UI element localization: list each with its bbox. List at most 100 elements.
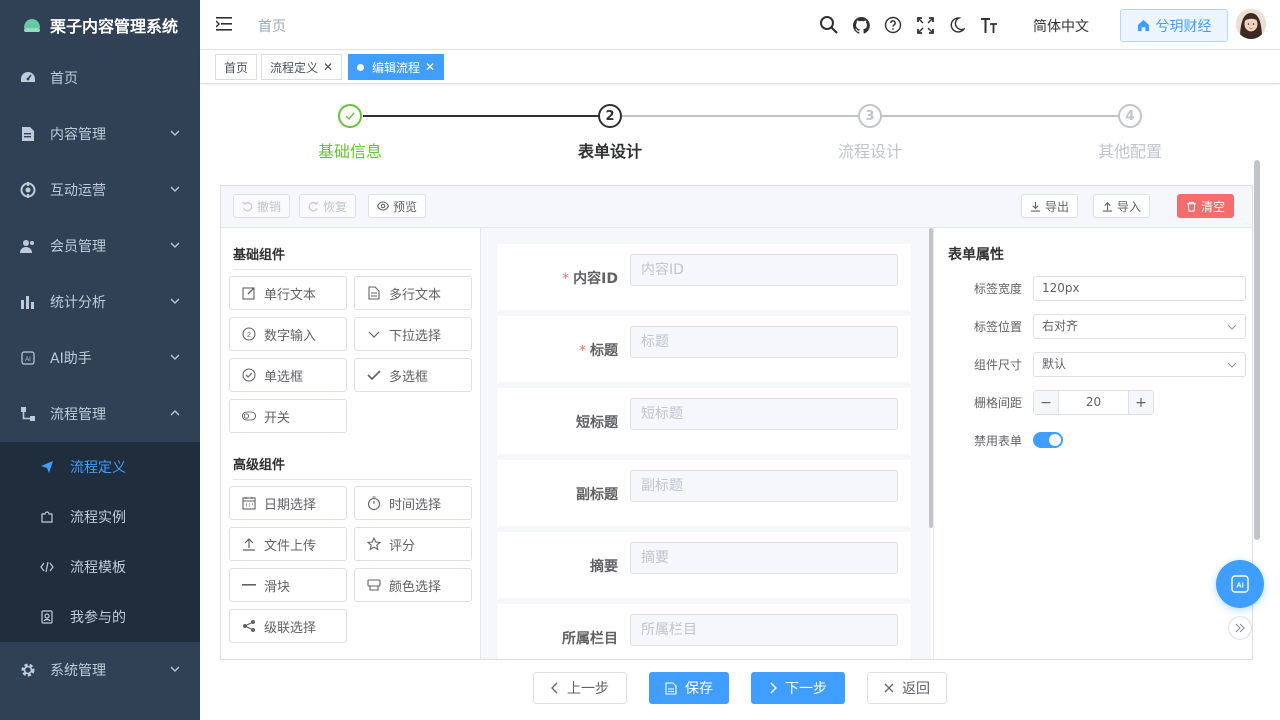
collapse-panel-button[interactable]	[1228, 616, 1252, 640]
sidebar-item-label: 内容管理	[50, 127, 106, 143]
palette-item-label: 开关	[264, 410, 291, 426]
step-process-design[interactable]: 3 流程设计	[740, 104, 1000, 162]
dashboard-icon	[20, 70, 36, 86]
eye-icon	[377, 201, 389, 211]
palette-item-label: 多选框	[389, 369, 429, 385]
sidebar-item-workflow-template[interactable]: 流程模板	[0, 542, 200, 592]
label-position-select[interactable]: 右对齐	[1033, 314, 1246, 339]
palette-item-checkbox[interactable]: 多选框	[354, 358, 472, 392]
sidebar-item-my-participation[interactable]: 我参与的	[0, 592, 200, 642]
palette-item-color[interactable]: 颜色选择	[354, 568, 472, 602]
palette-item-text-input[interactable]: 单行文本	[229, 276, 347, 310]
page-scrollbar[interactable]	[1254, 160, 1260, 540]
sidebar-item-workflow[interactable]: 流程管理	[0, 386, 200, 442]
breadcrumb[interactable]: 首页	[258, 16, 286, 36]
prev-step-button[interactable]: 上一步	[533, 672, 627, 704]
fullscreen-icon[interactable]	[909, 15, 941, 35]
sidebar-item-ai[interactable]: AI AI助手	[0, 330, 200, 386]
gutter-value[interactable]: 20	[1058, 391, 1129, 414]
palette-item-rate[interactable]: 评分	[354, 527, 472, 561]
next-step-button[interactable]: 下一步	[751, 672, 845, 704]
tags-view: 首页 流程定义 ✕ 编辑流程 ✕	[200, 50, 1280, 84]
avatar[interactable]	[1236, 9, 1266, 39]
palette-item-time[interactable]: 时间选择	[354, 486, 472, 520]
save-button[interactable]: 保存	[649, 672, 729, 704]
form-field-category[interactable]: 所属栏目 所属栏目	[497, 604, 911, 659]
menu-fold-icon[interactable]	[216, 16, 234, 32]
preview-button[interactable]: 预览	[368, 194, 427, 218]
help-icon[interactable]	[877, 15, 909, 35]
palette-item-radio[interactable]: 单选框	[229, 358, 347, 392]
sidebar-item-home[interactable]: 首页	[0, 50, 200, 106]
component-size-select[interactable]: 默认	[1033, 352, 1246, 377]
palette-item-cascader[interactable]: 级联选择	[229, 609, 347, 643]
step-basic-info[interactable]: 基础信息	[220, 104, 480, 162]
palette-item-select[interactable]: 下拉选择	[354, 317, 472, 351]
dark-mode-icon[interactable]	[941, 15, 973, 35]
form-field-summary[interactable]: 摘要 摘要	[497, 532, 911, 598]
tag-workflow-definition[interactable]: 流程定义 ✕	[261, 54, 343, 80]
sidebar-item-content[interactable]: 内容管理	[0, 106, 200, 162]
step-form-design[interactable]: 2 表单设计	[480, 104, 740, 162]
document-icon	[20, 126, 36, 142]
puzzle-icon	[40, 510, 54, 524]
minus-icon[interactable]: −	[1034, 391, 1058, 414]
star-icon	[367, 537, 381, 551]
org-switch-button[interactable]: 兮玥财经	[1120, 9, 1228, 42]
gear-icon	[20, 662, 36, 678]
sidebar-item-label: 统计分析	[50, 295, 106, 311]
field-input[interactable]: 短标题	[630, 398, 898, 430]
field-input[interactable]: 所属栏目	[630, 614, 898, 646]
ai-assistant-button[interactable]: AI	[1216, 560, 1264, 608]
field-input[interactable]: 摘要	[630, 542, 898, 574]
sidebar-item-members[interactable]: 会员管理	[0, 218, 200, 274]
tag-edit-workflow[interactable]: 编辑流程 ✕	[348, 54, 445, 80]
search-icon[interactable]	[813, 15, 845, 35]
field-input[interactable]: 副标题	[630, 470, 898, 502]
sidebar-item-stats[interactable]: 统计分析	[0, 274, 200, 330]
sidebar-item-system[interactable]: 系统管理	[0, 642, 200, 698]
undo-button[interactable]: 撤销	[233, 194, 291, 218]
back-button[interactable]: 返回	[867, 672, 947, 704]
palette-item-switch[interactable]: 开关	[229, 399, 347, 433]
github-icon[interactable]	[845, 15, 877, 35]
step-title: 其他配置	[1097, 142, 1162, 161]
palette-item-number[interactable]: 2 数字输入	[229, 317, 347, 351]
form-field-title[interactable]: * 标题 标题	[497, 316, 911, 382]
palette-item-label: 下拉选择	[389, 328, 442, 344]
form-field-content-id[interactable]: * 内容ID 内容ID	[497, 244, 911, 310]
font-size-icon[interactable]	[973, 15, 1005, 35]
close-icon[interactable]: ✕	[323, 60, 333, 74]
toggle-knob	[1049, 434, 1061, 446]
disabled-toggle[interactable]	[1033, 432, 1063, 448]
sidebar-item-workflow-instance[interactable]: 流程实例	[0, 492, 200, 542]
palette-item-date[interactable]: 日期选择	[229, 486, 347, 520]
field-input[interactable]: 内容ID	[630, 254, 898, 286]
edit-icon	[242, 286, 256, 300]
palette-item-textarea[interactable]: 多行文本	[354, 276, 472, 310]
sidebar-item-workflow-definition[interactable]: 流程定义	[0, 442, 200, 492]
ai-icon: AI	[1231, 575, 1249, 593]
form-field-short-title[interactable]: 短标题 短标题	[497, 388, 911, 454]
prop-label-position: 标签位置 右对齐	[934, 314, 1252, 340]
tag-home[interactable]: 首页	[215, 54, 258, 80]
clear-button[interactable]: 清空	[1177, 194, 1235, 218]
redo-button[interactable]: 恢复	[299, 194, 357, 218]
palette-item-slider[interactable]: 滑块	[229, 568, 347, 602]
label-width-input[interactable]: 120px	[1033, 276, 1246, 301]
field-input[interactable]: 标题	[630, 326, 898, 358]
app-logo[interactable]: 栗子内容管理系统	[0, 0, 200, 50]
export-button[interactable]: 导出	[1021, 194, 1079, 218]
field-label: 短标题	[576, 415, 618, 431]
plus-icon[interactable]: +	[1129, 391, 1153, 414]
language-switcher[interactable]: 简体中文	[1033, 16, 1089, 36]
close-icon[interactable]: ✕	[425, 60, 435, 74]
home-icon	[1137, 19, 1149, 32]
form-field-subtitle[interactable]: 副标题 副标题	[497, 460, 911, 526]
import-button[interactable]: 导入	[1093, 194, 1151, 218]
user-card-icon	[40, 610, 54, 624]
step-other-config[interactable]: 4 其他配置	[1000, 104, 1260, 162]
form-properties-panel: 表单属性 标签宽度 120px 标签位置 右对齐 组件尺寸 默认 栅格间距 − …	[933, 228, 1252, 659]
palette-item-upload[interactable]: 文件上传	[229, 527, 347, 561]
sidebar-item-interaction[interactable]: 互动运营	[0, 162, 200, 218]
